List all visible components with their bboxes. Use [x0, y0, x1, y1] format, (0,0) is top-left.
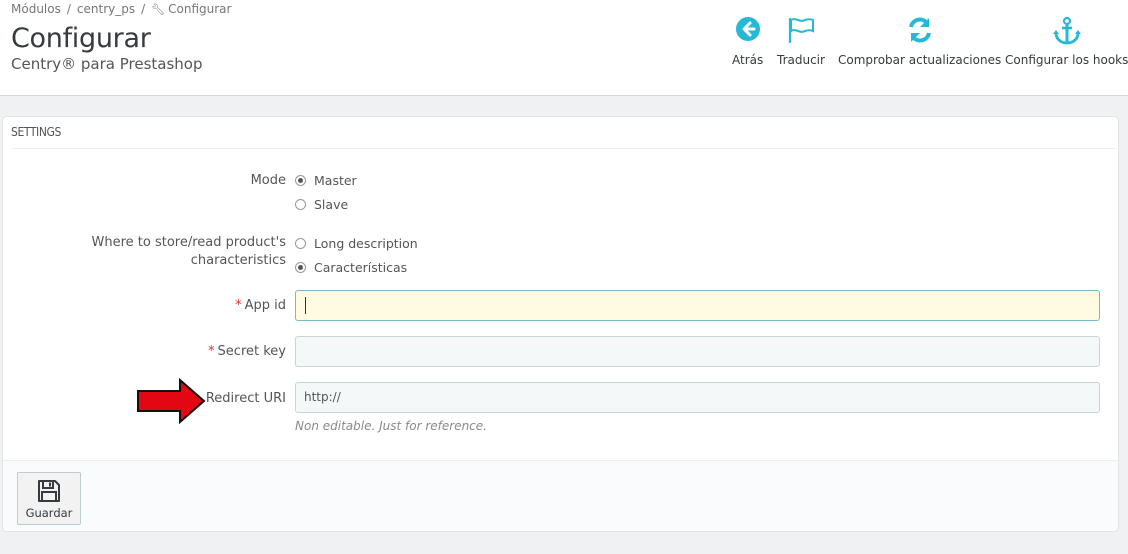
- configure-hooks-button[interactable]: Configurar los hooks: [1005, 16, 1128, 67]
- page-header: Módulos / centry_ps / 🔧︎ Configurar Configura…: [0, 0, 1128, 96]
- redirect-uri-label: Redirect URI: [205, 391, 286, 406]
- secret-key-input[interactable]: [295, 336, 1100, 367]
- app-id-label: * App id: [6, 297, 286, 315]
- characteristics-label: Where to store/read product's characteri…: [6, 234, 286, 270]
- breadcrumb: Módulos / centry_ps / 🔧︎ Configurar: [11, 2, 231, 16]
- characteristics-option-long-description-label: Long description: [314, 236, 418, 251]
- breadcrumb-item-module[interactable]: centry_ps: [77, 2, 135, 16]
- radio-circle-checked[interactable]: [295, 262, 306, 273]
- translate-button[interactable]: Traducir: [777, 16, 825, 67]
- secret-key-label-text: Secret key: [217, 344, 286, 359]
- page-title: Configurar: [11, 23, 151, 54]
- mode-option-master-label: Master: [314, 173, 357, 188]
- back-button[interactable]: Atrás: [732, 16, 763, 67]
- panel-heading: SETTINGS: [11, 125, 1115, 149]
- required-asterisk: *: [235, 298, 242, 313]
- mode-option-slave-label: Slave: [314, 197, 349, 212]
- check-updates-button[interactable]: Comprobar actualizaciones: [838, 16, 1001, 67]
- redirect-uri-input: http://: [295, 382, 1100, 413]
- page-subtitle: Centry® para Prestashop: [11, 55, 203, 73]
- app-id-input[interactable]: [295, 290, 1100, 321]
- save-button[interactable]: Guardar: [17, 472, 81, 525]
- panel-heading-text: SETTINGS: [11, 125, 61, 139]
- radio-circle[interactable]: [295, 238, 306, 249]
- floppy-disk-icon: [38, 480, 60, 502]
- breadcrumb-item-configure: Configurar: [168, 2, 232, 16]
- save-button-label: Guardar: [25, 506, 73, 520]
- text-caret: [305, 297, 306, 314]
- back-button-label: Atrás: [732, 53, 764, 67]
- breadcrumb-separator: /: [66, 2, 71, 16]
- radio-circle[interactable]: [295, 199, 306, 210]
- breadcrumb-separator: /: [141, 2, 146, 16]
- refresh-icon: [838, 16, 1001, 48]
- arrow-left-circle-icon: [732, 16, 763, 48]
- characteristics-option-caracteristicas-label: Características: [314, 260, 408, 275]
- secret-key-label: * Secret key: [6, 343, 286, 361]
- flag-icon: [777, 16, 825, 48]
- mode-label: Mode: [250, 173, 286, 188]
- check-updates-button-label: Comprobar actualizaciones: [838, 53, 1002, 67]
- redirect-uri-value: http://: [304, 390, 341, 404]
- characteristics-label-line2: characteristics: [190, 253, 286, 268]
- radio-circle-checked[interactable]: [295, 175, 306, 186]
- mode-radio-master[interactable]: Master: [295, 173, 357, 188]
- redirect-uri-help-text: Non editable. Just for reference.: [295, 419, 487, 433]
- characteristics-radio-caracteristicas[interactable]: Características: [295, 260, 407, 275]
- panel-footer: Guardar: [3, 460, 1118, 531]
- translate-button-label: Traducir: [777, 53, 825, 67]
- app-id-label-text: App id: [244, 298, 286, 313]
- required-asterisk: *: [208, 344, 215, 359]
- configure-hooks-button-label: Configurar los hooks: [1005, 53, 1128, 67]
- characteristics-label-line1: Where to store/read product's: [91, 235, 286, 250]
- characteristics-radio-long-description[interactable]: Long description: [295, 236, 418, 251]
- anchor-icon: [1005, 16, 1128, 48]
- wrench-icon: 🔧︎: [151, 3, 166, 16]
- settings-panel: SETTINGS Mode Master Slave Where to stor…: [2, 116, 1119, 532]
- breadcrumb-item-modules[interactable]: Módulos: [11, 2, 61, 16]
- mode-radio-slave[interactable]: Slave: [295, 197, 348, 212]
